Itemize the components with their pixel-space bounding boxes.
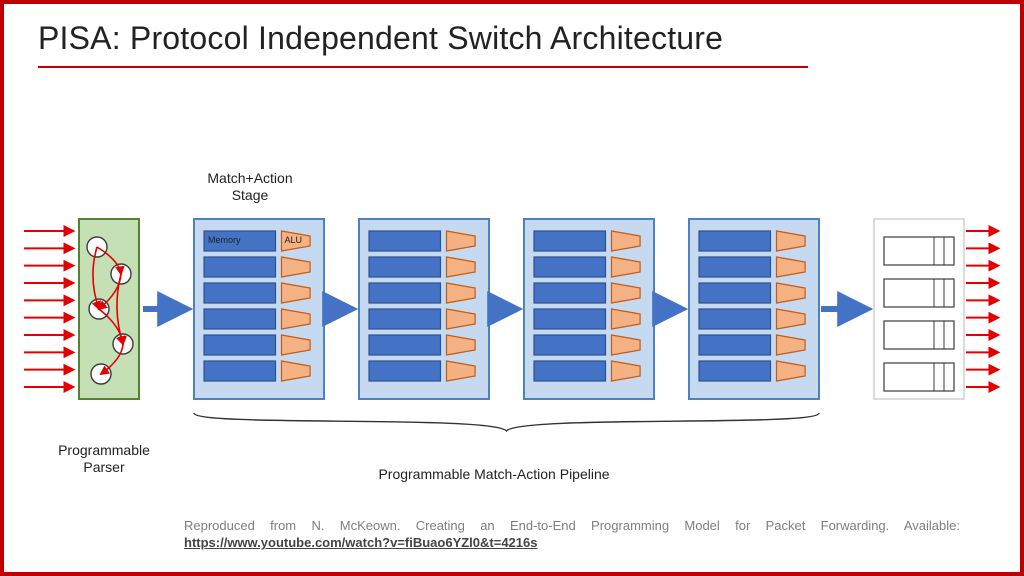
memory-block [534,231,606,251]
memory-block [204,309,276,329]
slide-title: PISA: Protocol Independent Switch Archit… [38,20,723,57]
memory-block [699,335,771,355]
memory-block [534,309,606,329]
memory-block [534,257,606,277]
memory-block [204,361,276,381]
slide-frame: PISA: Protocol Independent Switch Archit… [0,0,1024,576]
pisa-diagram: Memory ALU [24,204,1004,454]
diagram-svg: Memory ALU [24,204,1004,464]
memory-block [534,361,606,381]
memory-block [534,283,606,303]
citation-link[interactable]: https://www.youtube.com/watch?v=fiBuao6Y… [184,535,537,550]
memory-block [699,231,771,251]
citation-text: Reproduced from N. McKeown. Creating an … [184,518,960,533]
memory-block [204,283,276,303]
memory-block [369,335,441,355]
memory-block [204,257,276,277]
pipeline-label: Programmable Match-Action Pipeline [304,466,684,482]
memory-block [204,335,276,355]
memory-block [699,309,771,329]
memory-block [699,283,771,303]
stage-label: Match+ActionStage [190,170,310,204]
title-underline [38,66,808,68]
memory-block [369,361,441,381]
memory-block [699,361,771,381]
memory-label: Memory [208,235,241,245]
citation: Reproduced from N. McKeown. Creating an … [184,517,960,552]
memory-block [699,257,771,277]
memory-block [369,283,441,303]
memory-block [369,309,441,329]
brace-icon [194,413,819,431]
memory-block [369,231,441,251]
alu-label: ALU [285,235,303,245]
memory-block [369,257,441,277]
parser-label: ProgrammableParser [44,442,164,476]
memory-block [534,335,606,355]
